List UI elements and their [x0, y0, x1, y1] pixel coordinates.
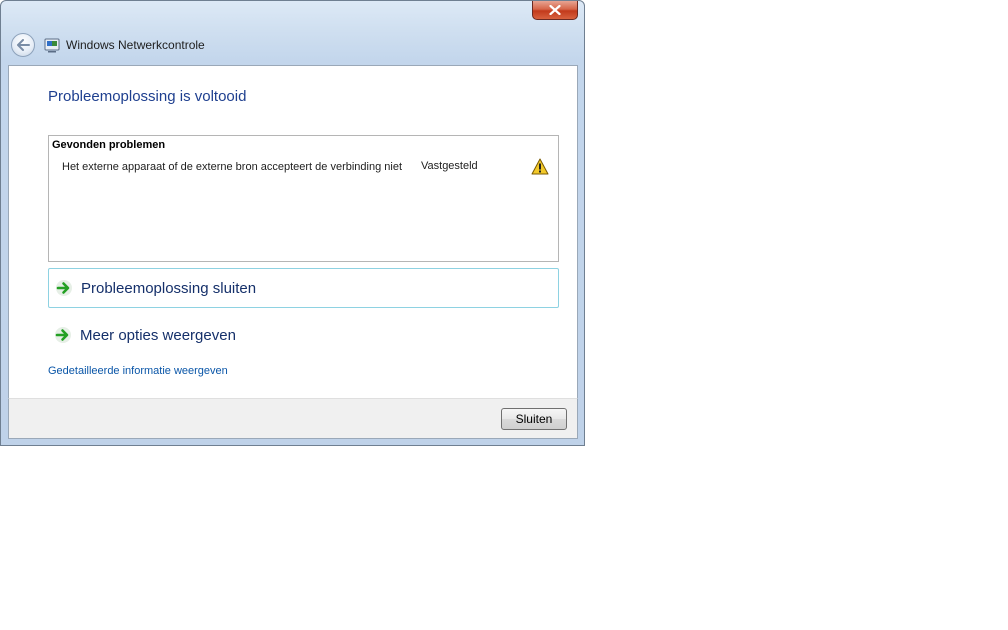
warning-icon [531, 158, 549, 175]
dialog-footer: Sluiten [8, 398, 578, 439]
back-button[interactable] [11, 33, 35, 57]
close-troubleshooting-command[interactable]: Probleemoplossing sluiten [48, 268, 559, 308]
more-options-command[interactable]: Meer opties weergeven [48, 315, 559, 355]
close-button[interactable]: Sluiten [501, 408, 567, 430]
green-arrow-icon [55, 327, 71, 343]
content-panel: Probleemoplossing is voltooid Gevonden p… [8, 65, 578, 398]
back-arrow-icon [17, 39, 30, 51]
detailed-info-link[interactable]: Gedetailleerde informatie weergeven [48, 365, 228, 377]
page-title: Probleemoplossing is voltooid [48, 88, 247, 105]
green-arrow-icon [56, 280, 72, 296]
problems-header: Gevonden problemen [52, 139, 166, 151]
close-x-icon [549, 5, 561, 15]
command-label: Probleemoplossing sluiten [81, 279, 257, 297]
troubleshooter-window: Windows Netwerkcontrole Probleemoplossin… [0, 0, 585, 446]
window-title: Windows Netwerkcontrole [66, 38, 205, 52]
problem-description: Het externe apparaat of de externe bron … [62, 161, 403, 173]
command-label: Meer opties weergeven [80, 326, 236, 344]
network-diagnostics-icon [44, 38, 60, 53]
window-close-button[interactable] [532, 1, 578, 20]
problem-status: Vastgesteld [421, 160, 478, 172]
problems-list: Gevonden problemen Het externe apparaat … [48, 135, 559, 262]
